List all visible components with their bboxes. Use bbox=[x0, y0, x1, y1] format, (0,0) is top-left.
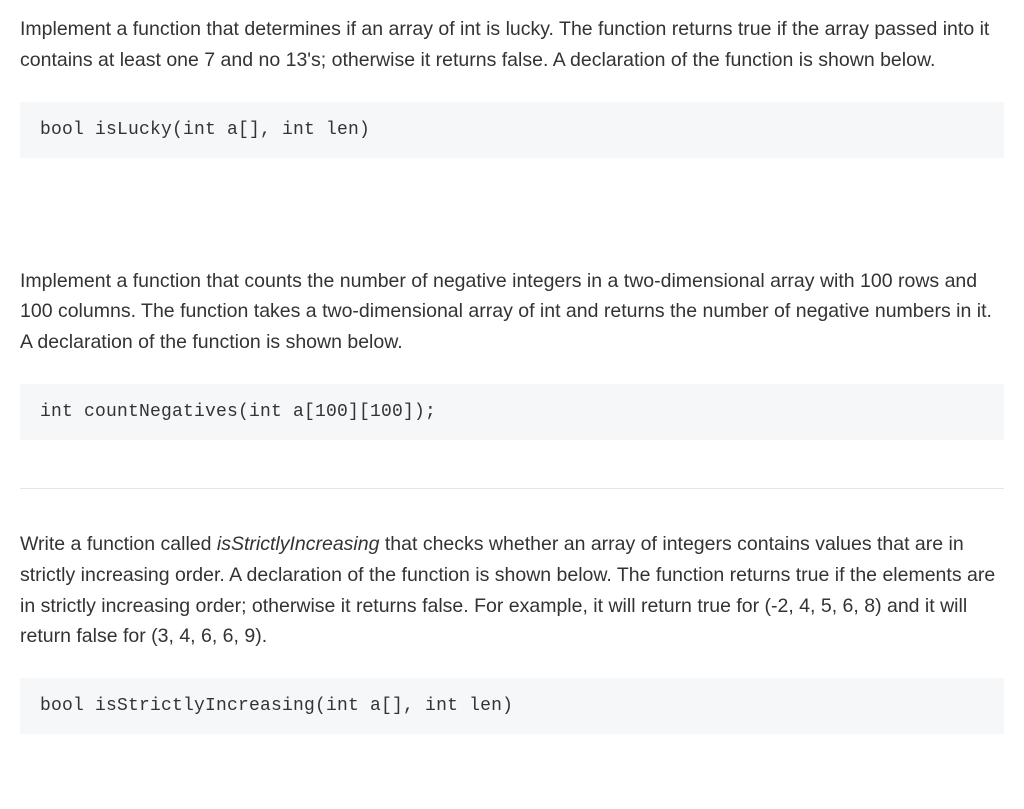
code-block: int countNegatives(int a[100][100]); bbox=[20, 384, 1004, 440]
problem-1: Implement a function that determines if … bbox=[20, 14, 1004, 158]
spacer bbox=[20, 158, 1004, 266]
problem-text: Write a function called isStrictlyIncrea… bbox=[20, 529, 1004, 652]
problem-text: Implement a function that determines if … bbox=[20, 14, 1004, 76]
code-block: bool isLucky(int a[], int len) bbox=[20, 102, 1004, 158]
spacer bbox=[20, 440, 1004, 488]
code-block: bool isStrictlyIncreasing(int a[], int l… bbox=[20, 678, 1004, 734]
problem-2: Implement a function that counts the num… bbox=[20, 266, 1004, 440]
problem-text: Implement a function that counts the num… bbox=[20, 266, 1004, 358]
divider bbox=[20, 488, 1004, 489]
problem-3: Write a function called isStrictlyIncrea… bbox=[20, 529, 1004, 734]
text-before-italic: Write a function called bbox=[20, 533, 217, 555]
function-name-italic: isStrictlyIncreasing bbox=[217, 533, 380, 555]
